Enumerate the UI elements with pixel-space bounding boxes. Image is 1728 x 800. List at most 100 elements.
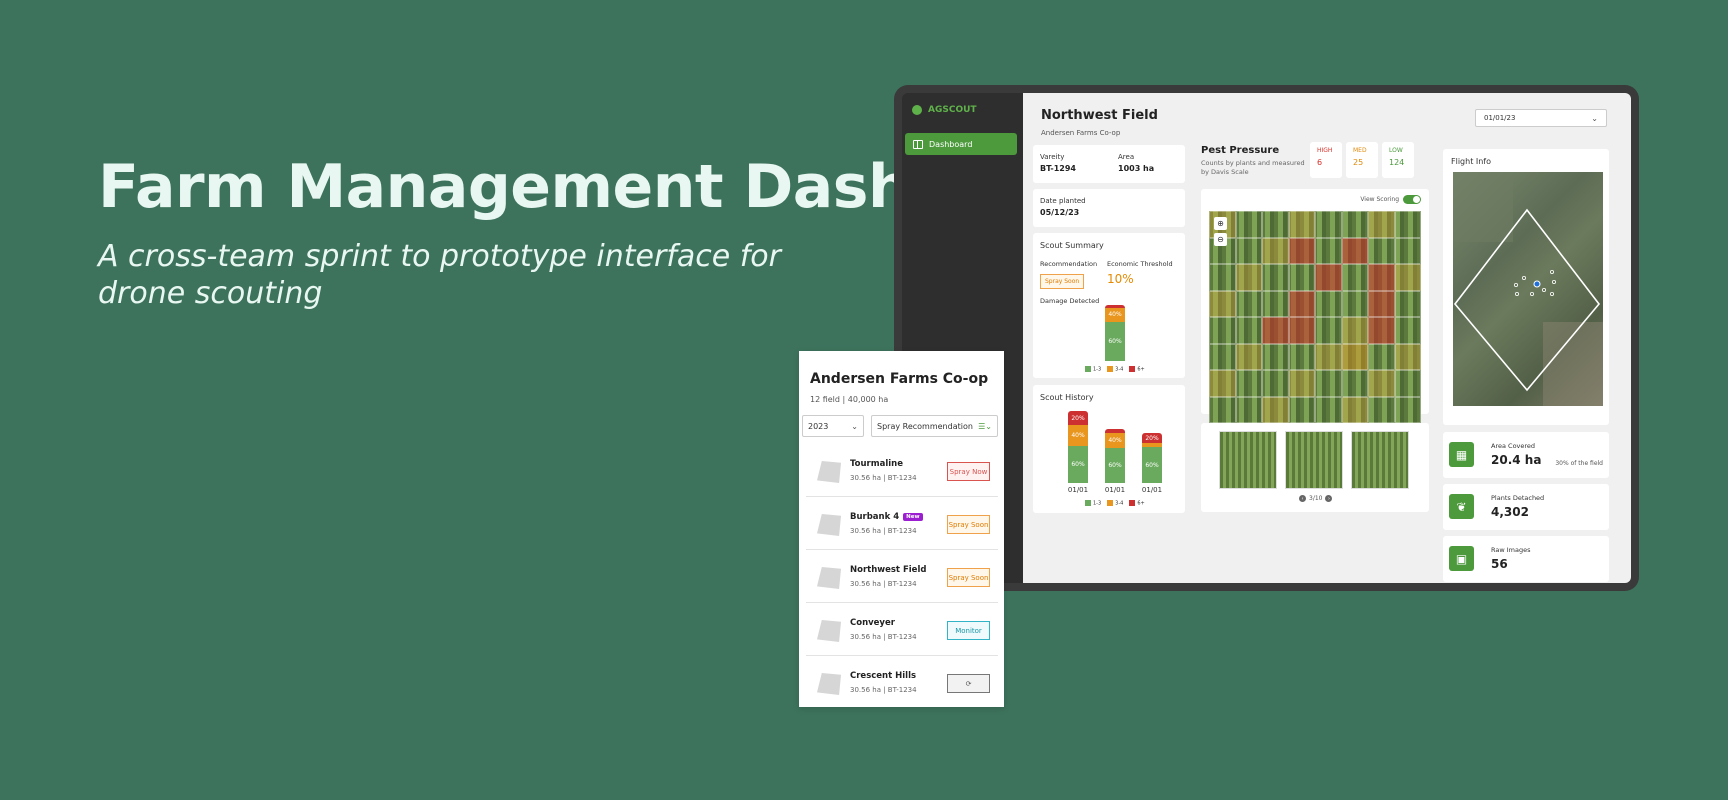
image-thumbnails-card: ‹ 3/10 › <box>1201 423 1429 512</box>
risk-low: LOW 124 <box>1382 142 1414 178</box>
stat-card-images: ▣ Raw Images 56 <box>1443 536 1609 582</box>
risk-med-value: 25 <box>1353 158 1364 167</box>
view-scoring-toggle-row: View Scoring <box>1360 195 1421 204</box>
heatmap-cell <box>1315 290 1342 317</box>
field-name: Crescent Hills <box>850 671 917 681</box>
heatmap-cell <box>1235 370 1262 397</box>
heatmap-cell <box>1262 317 1289 344</box>
prev-page-icon[interactable]: ‹ <box>1299 495 1306 502</box>
heatmap-cell <box>1315 237 1342 264</box>
heatmap-cell <box>1315 370 1342 397</box>
list-item[interactable]: Crescent Hills 30.56 ha | BT-1234 ⟳ <box>806 656 998 707</box>
heatmap-cell <box>1288 290 1315 317</box>
damage-legend: 1-3 3-4 6+ <box>1085 366 1145 373</box>
history-seg-red: 20% <box>1068 411 1088 426</box>
dashboard-icon <box>913 139 923 149</box>
list-item[interactable]: Northwest Field 30.56 ha | BT-1234 Spray… <box>806 550 998 603</box>
heatmap-cell <box>1368 211 1395 238</box>
heatmap-cell <box>1394 264 1421 291</box>
heatmap-cell <box>1209 343 1236 370</box>
spray-now-button[interactable]: Spray Now <box>947 462 990 481</box>
stat-label: Raw Images <box>1491 546 1531 554</box>
refresh-button[interactable]: ⟳ <box>947 674 990 693</box>
hero-subtitle: A cross-team sprint to prototype interfa… <box>98 239 781 311</box>
year-select[interactable]: 2023 ⌄ <box>802 415 864 437</box>
damage-stack-bar: 40% 60% <box>1105 305 1125 361</box>
mobile-subtitle: 12 field | 40,000 ha <box>810 395 889 404</box>
filter-select[interactable]: Spray Recommendation ☰⌄ <box>871 415 998 437</box>
filter-icon: ☰⌄ <box>978 421 992 431</box>
field-image-thumbnail[interactable] <box>1285 431 1343 489</box>
brand-name: AGSCOUT <box>928 105 977 115</box>
heatmap-cell <box>1394 237 1421 264</box>
heatmap-cell <box>1394 370 1421 397</box>
heatmap-cell <box>1262 264 1289 291</box>
new-badge: New <box>903 513 923 521</box>
risk-high: HIGH 6 <box>1310 142 1342 178</box>
zoom-out-icon[interactable]: ⊖ <box>1214 233 1227 246</box>
next-page-icon[interactable]: › <box>1325 495 1333 502</box>
heatmap-cell <box>1209 396 1236 423</box>
heatmap-cell <box>1262 290 1289 317</box>
field-meta: 30.56 ha | BT-1234 <box>850 474 917 482</box>
legend-item: 6+ <box>1129 500 1145 507</box>
date-planted-card: Date planted 05/12/23 <box>1033 189 1185 227</box>
heatmap-cell <box>1394 290 1421 317</box>
sidebar-item-dashboard[interactable]: Dashboard <box>905 133 1017 155</box>
history-seg-green: 60% <box>1142 447 1162 483</box>
threshold-label: Economic Threshold <box>1107 260 1173 268</box>
list-item[interactable]: Conveyer 30.56 ha | BT-1234 Monitor <box>806 603 998 656</box>
plant-icon: ❦ <box>1449 494 1474 519</box>
heatmap-cell <box>1209 264 1236 291</box>
heatmap-cell <box>1288 211 1315 238</box>
brand-logo: AGSCOUT <box>912 105 977 115</box>
risk-med: MED 25 <box>1346 142 1378 178</box>
field-image-thumbnail[interactable] <box>1219 431 1277 489</box>
mobile-title: Andersen Farms Co-op <box>810 371 989 387</box>
view-scoring-label: View Scoring <box>1360 196 1399 203</box>
flight-info-title: Flight Info <box>1451 157 1492 166</box>
list-item[interactable]: Burbank 4 New 30.56 ha | BT-1234 Spray So… <box>806 497 998 550</box>
heatmap-cell <box>1209 370 1236 397</box>
heatmap-cell <box>1262 396 1289 423</box>
heatmap-cell <box>1235 290 1262 317</box>
monitor-button[interactable]: Monitor <box>947 621 990 640</box>
stat-value: 56 <box>1491 557 1508 571</box>
recommendation-badge: Spray Soon <box>1040 274 1085 289</box>
heatmap-cell <box>1235 211 1262 238</box>
stat-note: 30% of the field <box>1555 460 1603 467</box>
heatmap-cell <box>1394 343 1421 370</box>
history-legend: 1-3 3-4 6+ <box>1085 500 1145 507</box>
field-shape-icon <box>817 673 841 695</box>
aerial-map[interactable] <box>1453 172 1603 406</box>
heatmap-cell <box>1341 370 1368 397</box>
view-scoring-toggle[interactable] <box>1403 195 1421 204</box>
field-meta: 30.56 ha | BT-1234 <box>850 633 917 641</box>
heatmap-cell <box>1368 317 1395 344</box>
field-info-card: Vareity BT-1294 Area 1003 ha <box>1033 145 1185 183</box>
heatmap-cell <box>1262 370 1289 397</box>
pest-heatmap[interactable]: ⊕ ⊖ <box>1209 211 1421 423</box>
recommendation-label: Recommendation <box>1040 260 1098 268</box>
field-meta: 30.56 ha | BT-1234 <box>850 686 917 694</box>
field-image-thumbnail[interactable] <box>1351 431 1409 489</box>
legend-item: 1-3 <box>1085 366 1101 373</box>
spray-soon-button[interactable]: Spray Soon <box>947 515 990 534</box>
field-shape-icon <box>817 567 841 589</box>
damage-seg-orange: 40% <box>1105 307 1125 322</box>
heatmap-cell <box>1235 343 1262 370</box>
zoom-in-icon[interactable]: ⊕ <box>1214 217 1227 230</box>
date-select[interactable]: 01/01/23 ⌄ <box>1475 109 1607 127</box>
heatmap-cell <box>1368 237 1395 264</box>
heatmap-cell <box>1394 317 1421 344</box>
heatmap-cell <box>1262 211 1289 238</box>
list-item[interactable]: Tourmaline 30.56 ha | BT-1234 Spray Now <box>806 444 998 497</box>
heatmap-cell <box>1341 237 1368 264</box>
spray-soon-button[interactable]: Spray Soon <box>947 568 990 587</box>
heatmap-cell <box>1235 396 1262 423</box>
legend-item: 3-4 <box>1107 500 1123 507</box>
filter-select-value: Spray Recommendation <box>877 421 973 431</box>
history-bar-2: 40% 60% <box>1105 429 1125 483</box>
field-name: Conveyer <box>850 618 895 628</box>
heatmap-cell <box>1341 264 1368 291</box>
